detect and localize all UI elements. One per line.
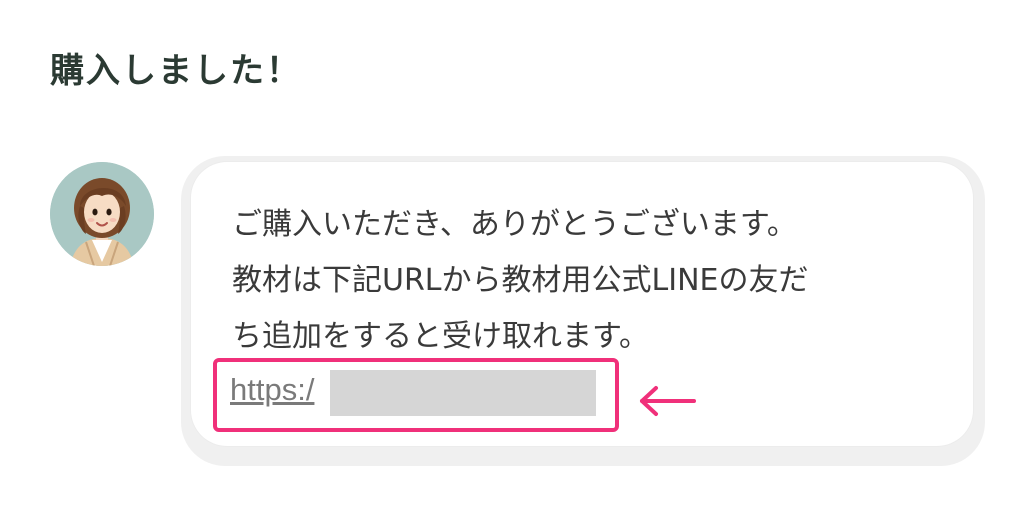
message-line-3: ち追加をすると受け取れます。: [232, 319, 649, 354]
url-link[interactable]: https:/: [230, 370, 314, 410]
message-line-2: 教材は下記URLから教材用公式LINEの友だ: [232, 263, 809, 298]
url-redaction: [330, 370, 596, 416]
left-arrow-icon: [640, 386, 696, 416]
avatar: [50, 162, 154, 266]
message-line-1: ご購入いただき、ありがとうございます。: [232, 207, 797, 242]
page-title: 購入しました！: [50, 51, 302, 91]
person-avatar-icon: [50, 162, 154, 266]
arrow-container: [634, 384, 698, 418]
